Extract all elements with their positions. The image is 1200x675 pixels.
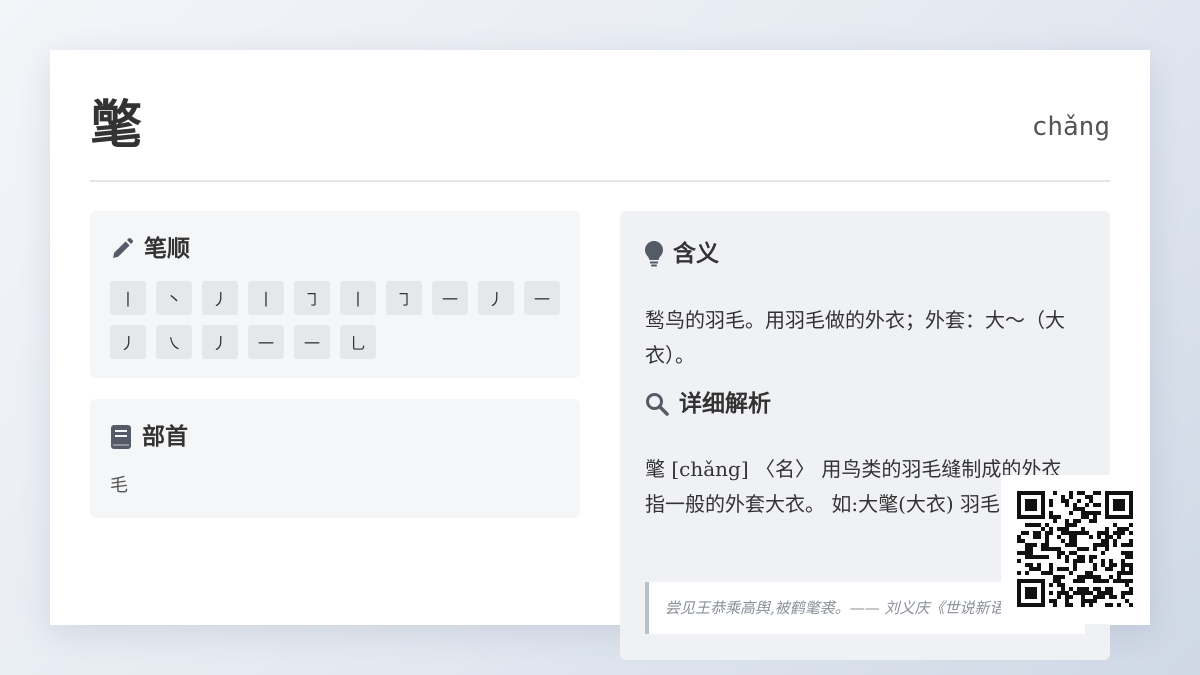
- meaning-heading: 含义: [645, 239, 719, 269]
- stroke-tile: 乚: [340, 325, 376, 359]
- search-icon: [646, 393, 669, 416]
- detail-heading: 详细解析: [645, 389, 771, 419]
- meaning-title: 含义: [673, 240, 719, 267]
- stroke-tile: 丶: [156, 281, 192, 315]
- qr-code-image: [1017, 491, 1133, 607]
- radical-heading: 部首: [110, 422, 188, 452]
- stroke-tile: 丿: [478, 281, 514, 315]
- radical-title: 部首: [142, 423, 188, 450]
- stroke-tile: 一: [524, 281, 560, 315]
- radical-panel: 部首 毛: [90, 399, 580, 518]
- stroke-tile: ㇆: [386, 281, 422, 315]
- stroke-list: 丨丶丿丨㇆丨㇆一丿一丿㇏丿一一乚: [110, 281, 570, 359]
- stroke-tile: 一: [294, 325, 330, 359]
- pencil-icon: [113, 237, 134, 258]
- qr-code: [1001, 475, 1150, 624]
- stroke-order-title: 笔顺: [144, 235, 190, 262]
- lightbulb-icon: [645, 241, 663, 267]
- stroke-tile: 丨: [110, 281, 146, 315]
- stroke-order-heading: 笔顺: [110, 234, 190, 264]
- stroke-tile: 丿: [202, 325, 238, 359]
- stroke-tile: 一: [248, 325, 284, 359]
- stroke-tile: ㇏: [156, 325, 192, 359]
- stroke-tile: ㇆: [294, 281, 330, 315]
- stroke-tile: 丿: [202, 281, 238, 315]
- stroke-tile: 丨: [248, 281, 284, 315]
- stroke-tile: 丨: [340, 281, 376, 315]
- stroke-tile: 丿: [110, 325, 146, 359]
- pinyin-label: chǎng: [1031, 112, 1110, 142]
- book-icon: [111, 425, 131, 449]
- detail-title: 详细解析: [679, 390, 771, 417]
- card-header: 氅 chǎng: [90, 95, 1110, 182]
- stroke-order-panel: 笔顺 丨丶丿丨㇆丨㇆一丿一丿㇏丿一一乚: [90, 211, 580, 378]
- character-title: 氅: [90, 95, 143, 156]
- stroke-tile: 一: [432, 281, 468, 315]
- meaning-text: 鹙鸟的羽毛。用羽毛做的外衣；外套：大～（大衣）。: [645, 308, 1065, 367]
- radical-value: 毛: [110, 475, 128, 496]
